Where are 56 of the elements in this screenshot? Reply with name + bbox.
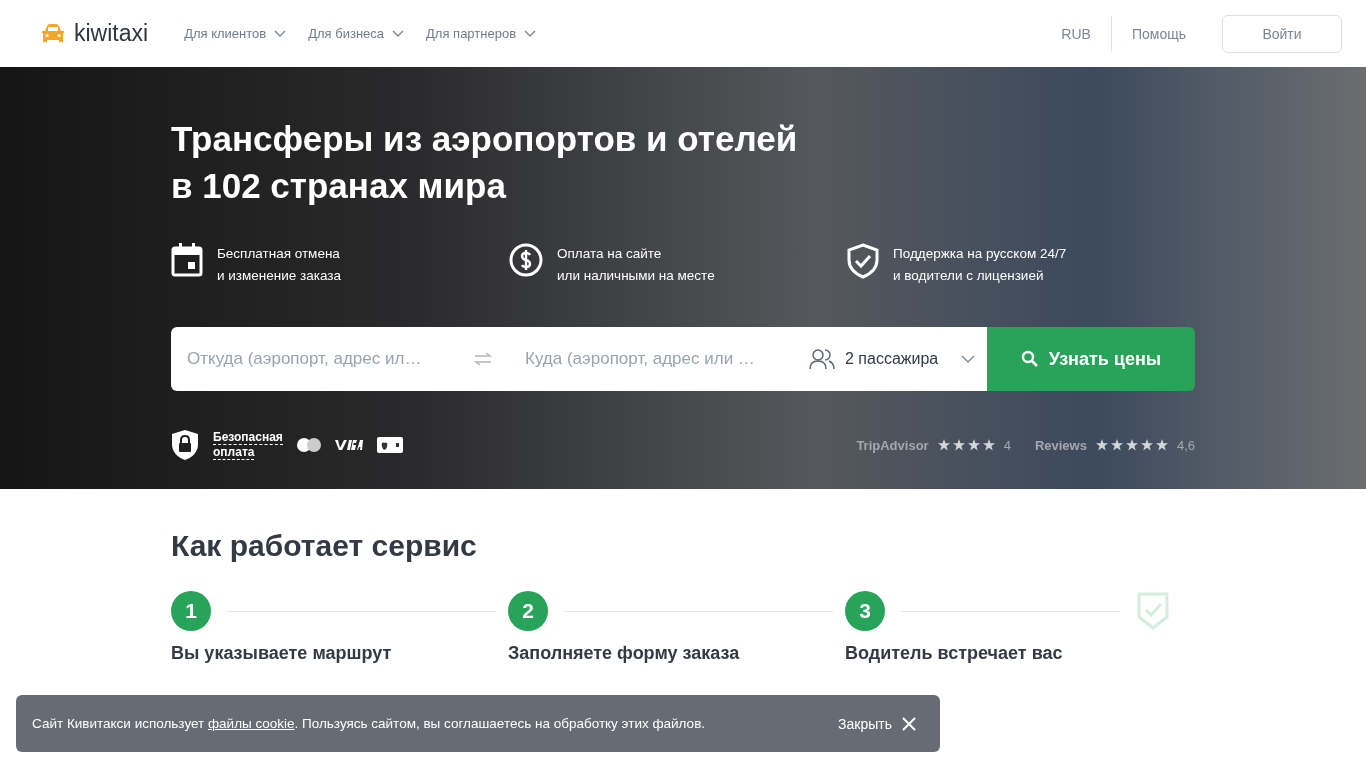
passengers-dropdown[interactable]: 2 пассажира bbox=[797, 327, 987, 391]
feature-text: Оплата на сайте или наличными на месте bbox=[557, 245, 715, 285]
chevron-down-icon bbox=[524, 29, 537, 38]
taxi-car-icon bbox=[40, 22, 66, 45]
feature-text: Бесплатная отмена и изменение заказа bbox=[217, 245, 341, 285]
dollar-coin-icon bbox=[509, 243, 543, 277]
star-icon bbox=[952, 439, 965, 451]
shield-check-icon bbox=[1136, 591, 1170, 631]
star-icon bbox=[1095, 439, 1108, 451]
currency-link[interactable]: RUB bbox=[1041, 25, 1111, 42]
step-number: 3 bbox=[845, 591, 885, 631]
step-title: Водитель встречает вас bbox=[845, 642, 1064, 665]
star-icon bbox=[1110, 439, 1123, 451]
login-button[interactable]: Войти bbox=[1222, 14, 1342, 53]
star-icon bbox=[1155, 439, 1168, 451]
mastercard-logo-icon bbox=[296, 438, 321, 452]
star-icon bbox=[982, 439, 995, 451]
search-prices-button[interactable]: Узнать цены bbox=[987, 327, 1195, 391]
cookie-notice-text: Сайт Кивитакси использует файлы cookie. Пользуясь сайтом, вы соглашаетесь на обработку этих файлов. bbox=[32, 716, 706, 731]
chevron-down-icon bbox=[961, 355, 975, 363]
rating-score: 4,6 bbox=[1176, 437, 1195, 453]
to-input-field[interactable]: Куда (аэропорт, адрес или … bbox=[509, 327, 797, 391]
section-title: Как работает сервис bbox=[171, 529, 478, 563]
swap-arrows-icon[interactable] bbox=[474, 352, 492, 366]
rating-source-label: TripAdvisor bbox=[856, 437, 929, 453]
close-icon bbox=[902, 716, 916, 731]
chevron-down-icon bbox=[274, 29, 287, 38]
rating-source-label: Reviews bbox=[1034, 437, 1087, 453]
star-icon bbox=[1125, 439, 1138, 451]
visa-logo-icon bbox=[334, 439, 363, 451]
help-link[interactable]: Помощь bbox=[1111, 25, 1206, 42]
cookie-files-link[interactable]: файлы cookie bbox=[208, 716, 295, 731]
nav-menu-link[interactable]: Для бизнеса bbox=[308, 26, 405, 41]
shield-lock-icon bbox=[171, 429, 199, 461]
step-title: Вы указываете маршрут bbox=[171, 642, 393, 665]
step-number: 1 bbox=[171, 591, 211, 631]
search-icon bbox=[1020, 350, 1039, 368]
rating-score: 4 bbox=[1003, 437, 1011, 453]
feature-text: Поддержка на русском 24/7 и водители с лицензией bbox=[893, 245, 1067, 285]
calendar-icon bbox=[171, 243, 203, 277]
step-title: Заполняете форму заказа bbox=[508, 642, 741, 665]
nav-menu-link[interactable]: Для партнеров bbox=[426, 26, 537, 41]
star-icon bbox=[1140, 439, 1153, 451]
chevron-down-icon bbox=[392, 29, 405, 38]
apple-pay-logo-icon bbox=[376, 437, 403, 453]
step-number: 2 bbox=[508, 591, 548, 631]
star-icon bbox=[967, 439, 980, 451]
star-icon bbox=[937, 439, 950, 451]
secure-payment-link[interactable]: Безопасная оплата bbox=[213, 430, 283, 460]
nav-menu-link[interactable]: Для клиентов bbox=[184, 26, 287, 41]
from-input-field[interactable]: Откуда (аэропорт, адрес ил… bbox=[171, 327, 457, 391]
close-button[interactable]: Закрыть bbox=[832, 714, 922, 733]
shield-check-icon bbox=[847, 243, 879, 279]
hero-title: Трансферы из аэропортов и отелей в 102 странах мира bbox=[171, 118, 799, 207]
logo-text[interactable]: kiwitaxi bbox=[74, 20, 149, 47]
people-icon bbox=[809, 348, 835, 370]
